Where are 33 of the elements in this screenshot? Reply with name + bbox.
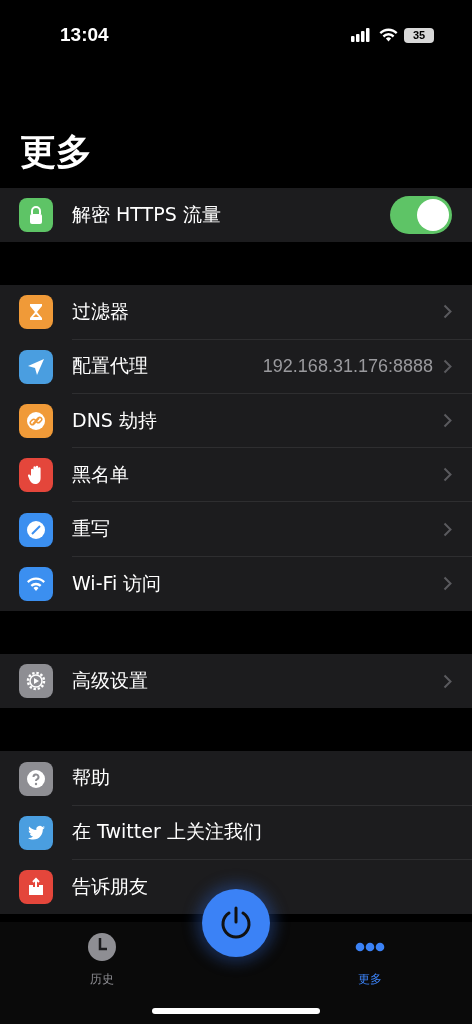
settings-row[interactable]: DNS 劫持 (0, 393, 472, 449)
settings-row[interactable]: Wi-Fi 访问 (0, 556, 472, 612)
row-label: DNS 劫持 (72, 407, 158, 433)
settings-row[interactable]: 配置代理 192.168.31.176:8888 (0, 339, 472, 394)
row-label: 过滤器 (72, 298, 130, 324)
row-label: 配置代理 (72, 353, 149, 379)
row-label: 帮助 (72, 765, 111, 790)
more-dots-icon (355, 942, 385, 952)
row-label: 解密 HTTPS 流量 (72, 202, 222, 228)
row-label: 黑名单 (72, 461, 130, 487)
toggle-switch[interactable] (390, 196, 452, 235)
battery-icon: 35 (404, 27, 434, 43)
status-time: 13:04 (60, 24, 109, 46)
page-title: 更多 (20, 130, 92, 174)
settings-row[interactable]: 过滤器 (0, 285, 472, 340)
row-value: 192.168.31.176:8888 (262, 355, 433, 377)
settings-row[interactable]: 黑名单 (0, 448, 472, 503)
clock-icon (87, 932, 117, 962)
settings-row[interactable]: 高级设置 (0, 654, 472, 709)
settings-row[interactable]: 告诉朋友 (0, 859, 472, 915)
settings-row[interactable]: 解密 HTTPS 流量 (0, 188, 472, 243)
tab-item[interactable]: 更多 (338, 930, 402, 988)
row-label: Wi-Fi 访问 (72, 570, 163, 596)
row-label: 在 Twitter 上关注我们 (72, 819, 263, 845)
row-label: 告诉朋友 (72, 874, 149, 900)
wifi-icon (379, 28, 398, 42)
settings-row[interactable]: 重写 (0, 502, 472, 557)
settings-row[interactable]: 在 Twitter 上关注我们 (0, 805, 472, 860)
signal-icon (351, 28, 373, 42)
row-label: 重写 (72, 516, 111, 542)
tab-item[interactable]: 历史 (70, 930, 134, 988)
settings-row[interactable]: 帮助 (0, 751, 472, 806)
row-label: 高级设置 (72, 668, 149, 694)
